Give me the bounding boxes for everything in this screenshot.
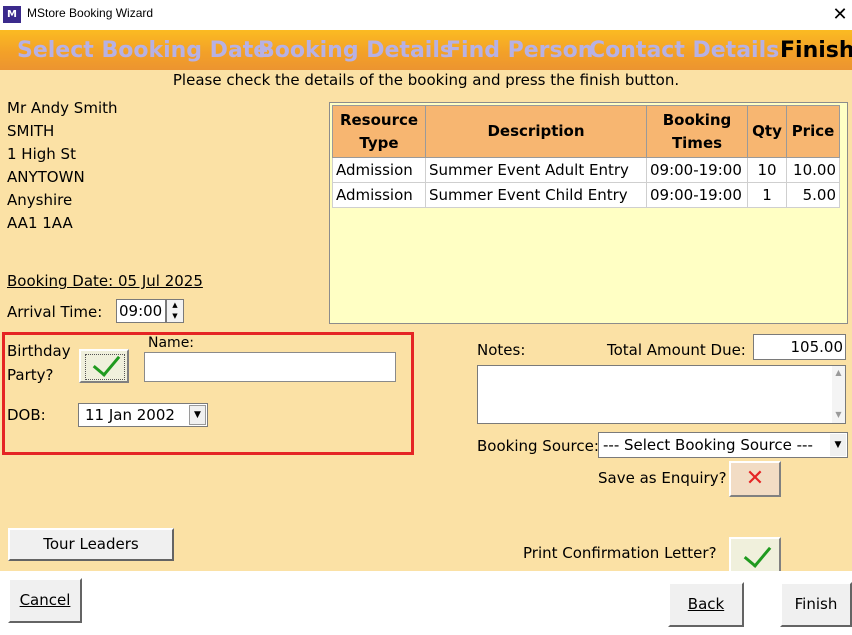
address-line: AA1 1AA	[7, 214, 73, 232]
finish-button[interactable]: Finish	[780, 582, 852, 627]
print-confirmation-toggle[interactable]	[729, 537, 781, 573]
notes-textarea[interactable]	[477, 365, 846, 424]
total-amount-label: Total Amount Due:	[607, 341, 746, 359]
column-header[interactable]: Resource Type	[332, 105, 426, 158]
booking-items-grid[interactable]: Resource Type Description Booking Times …	[329, 102, 848, 324]
birthday-party-label: Birthday	[7, 342, 71, 360]
window-title: MStore Booking Wizard	[27, 6, 154, 20]
name-label: Name:	[148, 335, 195, 351]
cell-price[interactable]: 10.00	[786, 157, 840, 183]
arrival-time-spinner[interactable]: ▲ ▼	[166, 299, 184, 323]
close-icon[interactable]: ✕	[828, 3, 852, 27]
arrival-time-label: Arrival Time:	[7, 303, 103, 321]
step-find-person: Find Person	[446, 38, 594, 63]
cell-booking-times[interactable]: 09:00-19:00	[646, 157, 748, 183]
scroll-down-icon[interactable]: ▼	[832, 410, 845, 419]
birthday-party-label: Party?	[7, 366, 54, 384]
step-finish: Finish	[780, 38, 852, 63]
birthday-party-checkbox[interactable]	[79, 348, 129, 383]
cell-qty[interactable]: 1	[747, 182, 787, 208]
cancel-button[interactable]: Cancel	[8, 578, 82, 623]
step-booking-details: Booking Details	[258, 38, 453, 63]
cell-booking-times[interactable]: 09:00-19:00	[646, 182, 748, 208]
chevron-down-icon[interactable]: ▼	[830, 434, 846, 456]
finish-label: Finish	[794, 595, 838, 613]
address-line: Mr Andy Smith	[7, 99, 118, 117]
print-confirmation-label: Print Confirmation Letter?	[523, 544, 717, 562]
table-row[interactable]: Admission Summer Event Child Entry 09:00…	[332, 182, 840, 208]
address-line: SMITH	[7, 122, 55, 140]
notes-label: Notes:	[477, 341, 526, 359]
scroll-up-icon[interactable]: ▲	[832, 368, 845, 377]
cell-qty[interactable]: 10	[747, 157, 787, 183]
dob-label: DOB:	[7, 406, 46, 424]
cell-description[interactable]: Summer Event Adult Entry	[425, 157, 647, 183]
checkmark-icon	[743, 539, 772, 568]
back-label: Back	[687, 595, 725, 613]
column-header[interactable]: Description	[425, 105, 647, 158]
cell-price[interactable]: 5.00	[786, 182, 840, 208]
cancel-label: Cancel	[19, 591, 71, 609]
back-button[interactable]: Back	[668, 582, 744, 627]
cross-icon: ✕	[745, 466, 765, 491]
instruction-text: Please check the details of the booking …	[172, 71, 680, 89]
step-select-booking-date: Select Booking Date	[17, 38, 269, 63]
column-header[interactable]: Booking Times	[646, 105, 748, 158]
save-as-enquiry-toggle[interactable]: ✕	[729, 461, 781, 497]
chevron-down-icon[interactable]: ▼	[189, 405, 206, 425]
address-line: ANYTOWN	[7, 168, 85, 186]
column-header[interactable]: Qty	[747, 105, 787, 158]
name-input[interactable]	[144, 352, 396, 382]
step-contact-details: Contact Details	[589, 38, 780, 63]
booking-source-label: Booking Source:	[477, 437, 599, 455]
spin-up-icon[interactable]: ▲	[167, 300, 183, 311]
address-line: Anyshire	[7, 191, 73, 209]
address-line: 1 High St	[7, 145, 76, 163]
cell-resource-type[interactable]: Admission	[332, 157, 426, 183]
cell-description[interactable]: Summer Event Child Entry	[425, 182, 647, 208]
cell-resource-type[interactable]: Admission	[332, 182, 426, 208]
app-icon: M	[3, 6, 21, 23]
tour-leaders-button[interactable]: Tour Leaders	[8, 528, 174, 561]
save-as-enquiry-label: Save as Enquiry?	[598, 469, 727, 487]
table-row[interactable]: Admission Summer Event Adult Entry 09:00…	[332, 157, 840, 183]
arrival-time-input[interactable]: 09:00	[116, 299, 166, 323]
booking-source-select[interactable]: --- Select Booking Source ---	[598, 432, 848, 458]
notes-scrollbar[interactable]: ▲ ▼	[832, 366, 845, 423]
total-amount-field: 105.00	[753, 334, 846, 360]
booking-date-link[interactable]: Booking Date: 05 Jul 2025	[7, 272, 203, 290]
column-header[interactable]: Price	[786, 105, 840, 158]
spin-down-icon[interactable]: ▼	[167, 311, 183, 322]
